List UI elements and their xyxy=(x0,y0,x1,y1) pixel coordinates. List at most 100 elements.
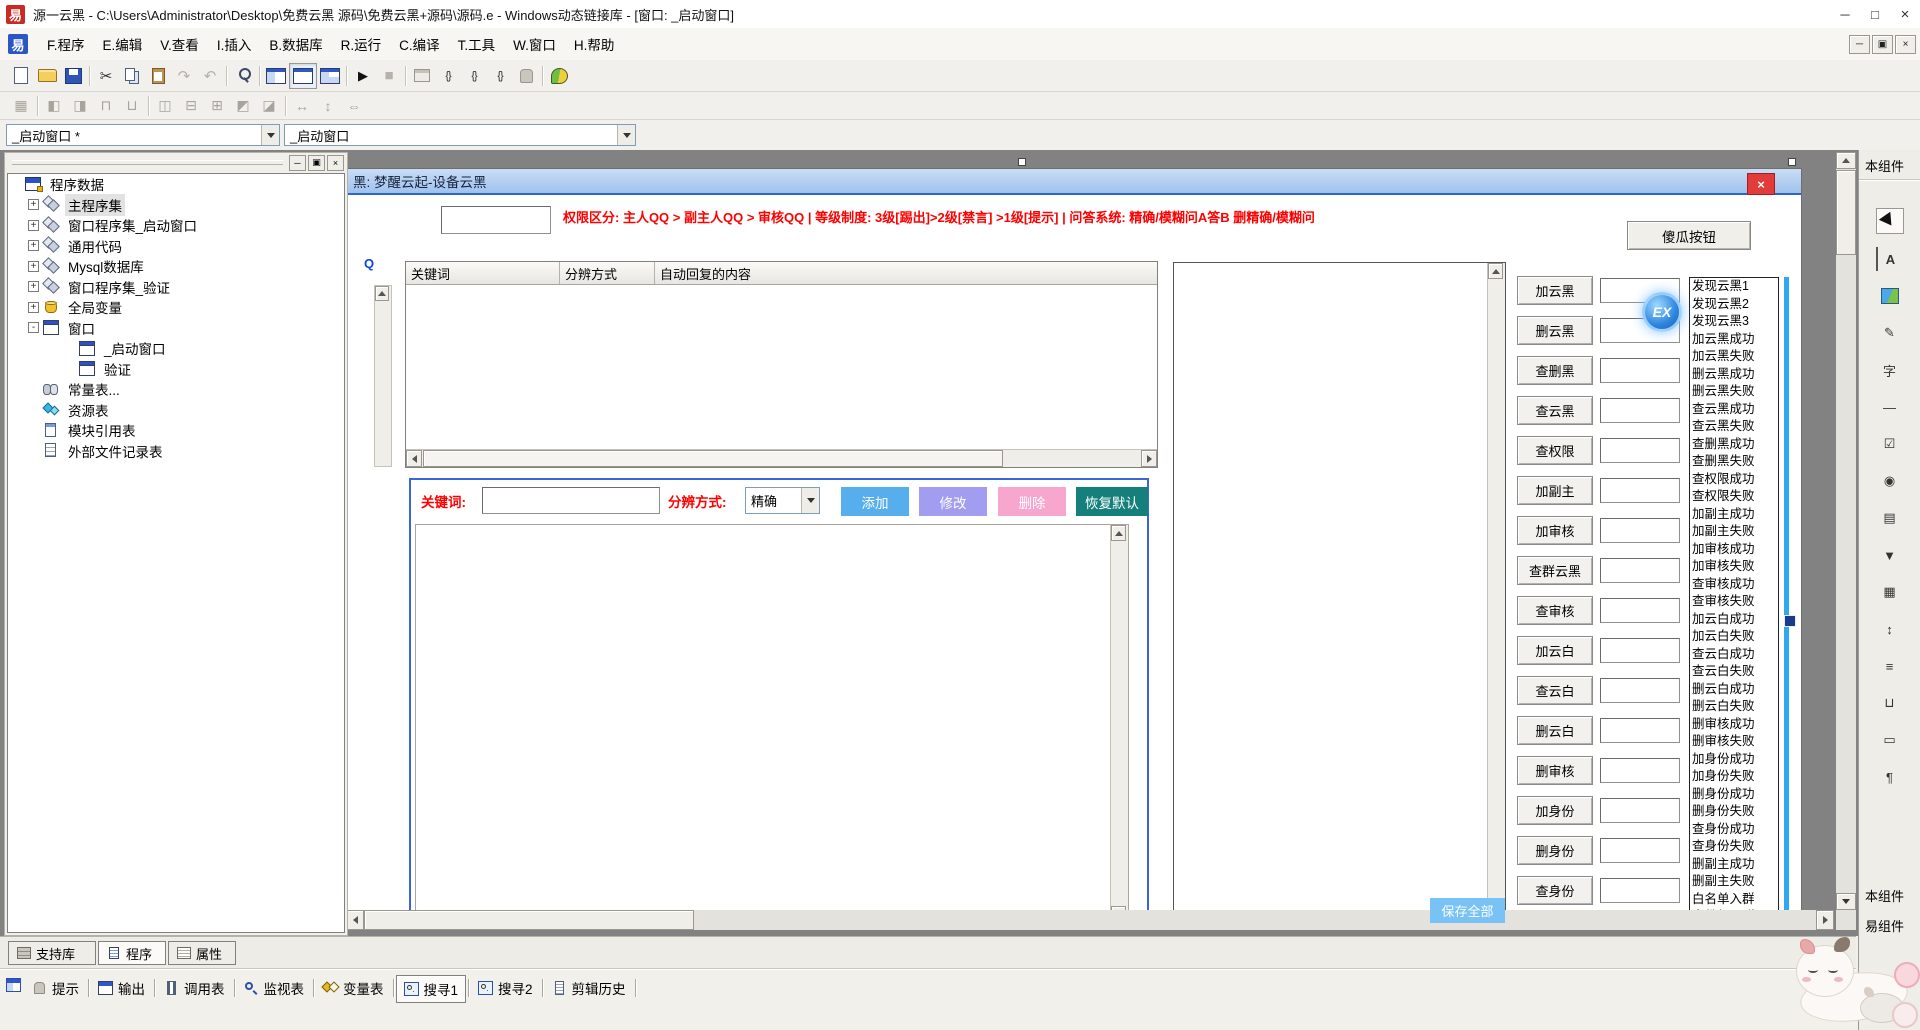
tree-expander[interactable]: + xyxy=(28,281,39,292)
list-item[interactable]: 查删黑成功 xyxy=(1690,436,1778,454)
save-all-button[interactable]: 保存全部 xyxy=(1430,898,1505,923)
table-header-cell[interactable]: 分辨方式 xyxy=(560,262,655,284)
command-button[interactable]: 删云黑 xyxy=(1517,316,1593,345)
command-button[interactable]: 查群云黑 xyxy=(1517,556,1593,585)
tree-item-label[interactable]: Mysql数据库 xyxy=(65,255,147,277)
toolbar-icon[interactable]: ✂ xyxy=(93,64,119,88)
designed-form-close-icon[interactable]: × xyxy=(1747,173,1775,195)
toolbar-icon[interactable]: ◧ xyxy=(41,94,67,118)
toolbar-icon[interactable]: {} xyxy=(435,64,461,88)
top-input[interactable] xyxy=(441,206,551,234)
list-item[interactable]: 删云黑失败 xyxy=(1690,383,1778,401)
action-button[interactable]: 恢复默认 xyxy=(1076,487,1148,516)
toolbar-icon[interactable]: ◩ xyxy=(230,94,256,118)
list-item[interactable]: 删审核成功 xyxy=(1690,716,1778,734)
list-item[interactable]: 发现云黑3 xyxy=(1690,313,1778,331)
toolbox-icon[interactable]: 字 xyxy=(1877,358,1903,382)
list-item[interactable]: 加云白成功 xyxy=(1690,611,1778,629)
command-input[interactable] xyxy=(1600,558,1680,583)
toolbar-icon[interactable]: ◫ xyxy=(152,94,178,118)
list-item[interactable]: 查云黑成功 xyxy=(1690,401,1778,419)
tree-expander[interactable]: + xyxy=(28,240,39,251)
tree-item[interactable]: _启动窗口 xyxy=(8,338,344,359)
list-item[interactable]: 删云黑成功 xyxy=(1690,366,1778,384)
bottom-bar-item[interactable]: 搜寻1 xyxy=(396,975,467,1003)
toolbox-icon[interactable]: ✎ xyxy=(1877,321,1903,345)
drag-grip[interactable] xyxy=(12,160,283,165)
toolbar-icon[interactable] xyxy=(223,64,230,88)
toolbox-icon[interactable]: ▼ xyxy=(1877,543,1903,567)
tree-item[interactable]: + 通用代码 xyxy=(8,236,344,257)
tree-expander[interactable]: + xyxy=(28,220,39,231)
bottom-bar-item[interactable]: 剪辑历史 xyxy=(545,975,633,1001)
tree-expander[interactable]: + xyxy=(28,302,39,313)
list-item[interactable]: 删身份成功 xyxy=(1690,786,1778,804)
chevron-down-icon[interactable] xyxy=(801,488,819,513)
list-item[interactable]: 加云黑成功 xyxy=(1690,331,1778,349)
toolbox-icon[interactable]: ▦ xyxy=(1877,580,1903,604)
command-button[interactable]: 查删黑 xyxy=(1517,356,1593,385)
toolbar-icon[interactable]: ↔ xyxy=(289,94,315,118)
tree-item[interactable]: - 窗口 xyxy=(8,318,344,339)
left-scrollbar[interactable] xyxy=(374,285,392,467)
tree-item-label[interactable]: _启动窗口 xyxy=(101,337,169,359)
list-item[interactable]: 加审核失败 xyxy=(1690,558,1778,576)
panel-vscrollbar[interactable] xyxy=(1487,263,1505,914)
tree-item-label[interactable]: 通用代码 xyxy=(65,235,125,257)
workspace-vscrollbar[interactable] xyxy=(1836,152,1856,910)
list-item[interactable]: 加审核成功 xyxy=(1690,541,1778,559)
toolbar-icon[interactable] xyxy=(402,64,409,88)
toolbar-icon[interactable] xyxy=(86,64,93,88)
tree-item-label[interactable]: 全局变量 xyxy=(65,296,125,318)
list-item[interactable]: 查身份失败 xyxy=(1690,838,1778,856)
command-input[interactable] xyxy=(1600,478,1680,503)
command-button[interactable]: 加副主 xyxy=(1517,476,1593,505)
toolbar-icon[interactable] xyxy=(145,64,171,88)
command-input[interactable] xyxy=(1600,438,1680,463)
toolbar-icon[interactable] xyxy=(282,94,289,118)
list-item[interactable]: 查云白失败 xyxy=(1690,663,1778,681)
tree-item-label[interactable]: 窗口 xyxy=(65,317,98,339)
panel-tab[interactable]: 支持库 xyxy=(8,941,96,965)
bottom-bar-item[interactable]: 变量表 xyxy=(316,975,391,1001)
toolbar-icon[interactable] xyxy=(343,64,350,88)
toolbox-icon[interactable]: A xyxy=(1876,247,1904,271)
window-selector-combo[interactable]: _启动窗口 * xyxy=(6,124,280,146)
mdi-child-button[interactable]: ─ xyxy=(1849,35,1870,54)
toolbar-icon[interactable] xyxy=(230,64,256,88)
menu-item[interactable]: V.查看 xyxy=(151,28,208,60)
tree-item[interactable]: + 窗口程序集_验证 xyxy=(8,277,344,298)
reply-content-editor[interactable] xyxy=(415,524,1129,914)
tree-item[interactable]: + 全局变量 xyxy=(8,297,344,318)
command-input[interactable] xyxy=(1600,758,1680,783)
match-mode-combo[interactable]: 精确 xyxy=(745,487,820,514)
table-hscrollbar[interactable] xyxy=(406,449,1157,467)
workspace-hscrollbar[interactable] xyxy=(346,910,1834,930)
toolbar-icon[interactable]: ⊓ xyxy=(93,94,119,118)
list-item[interactable]: 删副主成功 xyxy=(1690,856,1778,874)
toolbox-icon[interactable] xyxy=(1877,284,1903,308)
list-item[interactable]: 加身份成功 xyxy=(1690,751,1778,769)
bottom-bar-item[interactable]: 输出 xyxy=(91,975,152,1001)
mdi-child-button[interactable]: ▣ xyxy=(1872,35,1893,54)
list-item[interactable]: 查云黑失败 xyxy=(1690,418,1778,436)
command-button[interactable]: 查云白 xyxy=(1517,676,1593,705)
command-button[interactable]: 加身份 xyxy=(1517,796,1593,825)
menu-item[interactable]: C.编译 xyxy=(390,28,449,60)
command-button[interactable]: 加云黑 xyxy=(1517,276,1593,305)
toolbar-icon[interactable]: ▶ xyxy=(350,64,376,88)
toolbar-icon[interactable]: ↷ xyxy=(171,64,197,88)
list-item[interactable]: 加副主失败 xyxy=(1690,523,1778,541)
list-item[interactable]: 查审核失败 xyxy=(1690,593,1778,611)
tree-item-label[interactable]: 程序数据 xyxy=(47,173,107,195)
close-button[interactable]: × xyxy=(1890,0,1920,28)
list-item[interactable]: 删审核失败 xyxy=(1690,733,1778,751)
panel-button[interactable]: ▣ xyxy=(308,155,325,171)
tree-item-label[interactable]: 窗口程序集_启动窗口 xyxy=(65,214,200,236)
action-button[interactable]: 删除 xyxy=(998,487,1066,516)
list-item[interactable]: 删云白失败 xyxy=(1690,698,1778,716)
panel-tab[interactable]: 属性 xyxy=(168,941,236,965)
toolbar-icon[interactable] xyxy=(289,63,317,89)
tree-item-label[interactable]: 主程序集 xyxy=(65,194,125,216)
list-item[interactable]: 查云白成功 xyxy=(1690,646,1778,664)
